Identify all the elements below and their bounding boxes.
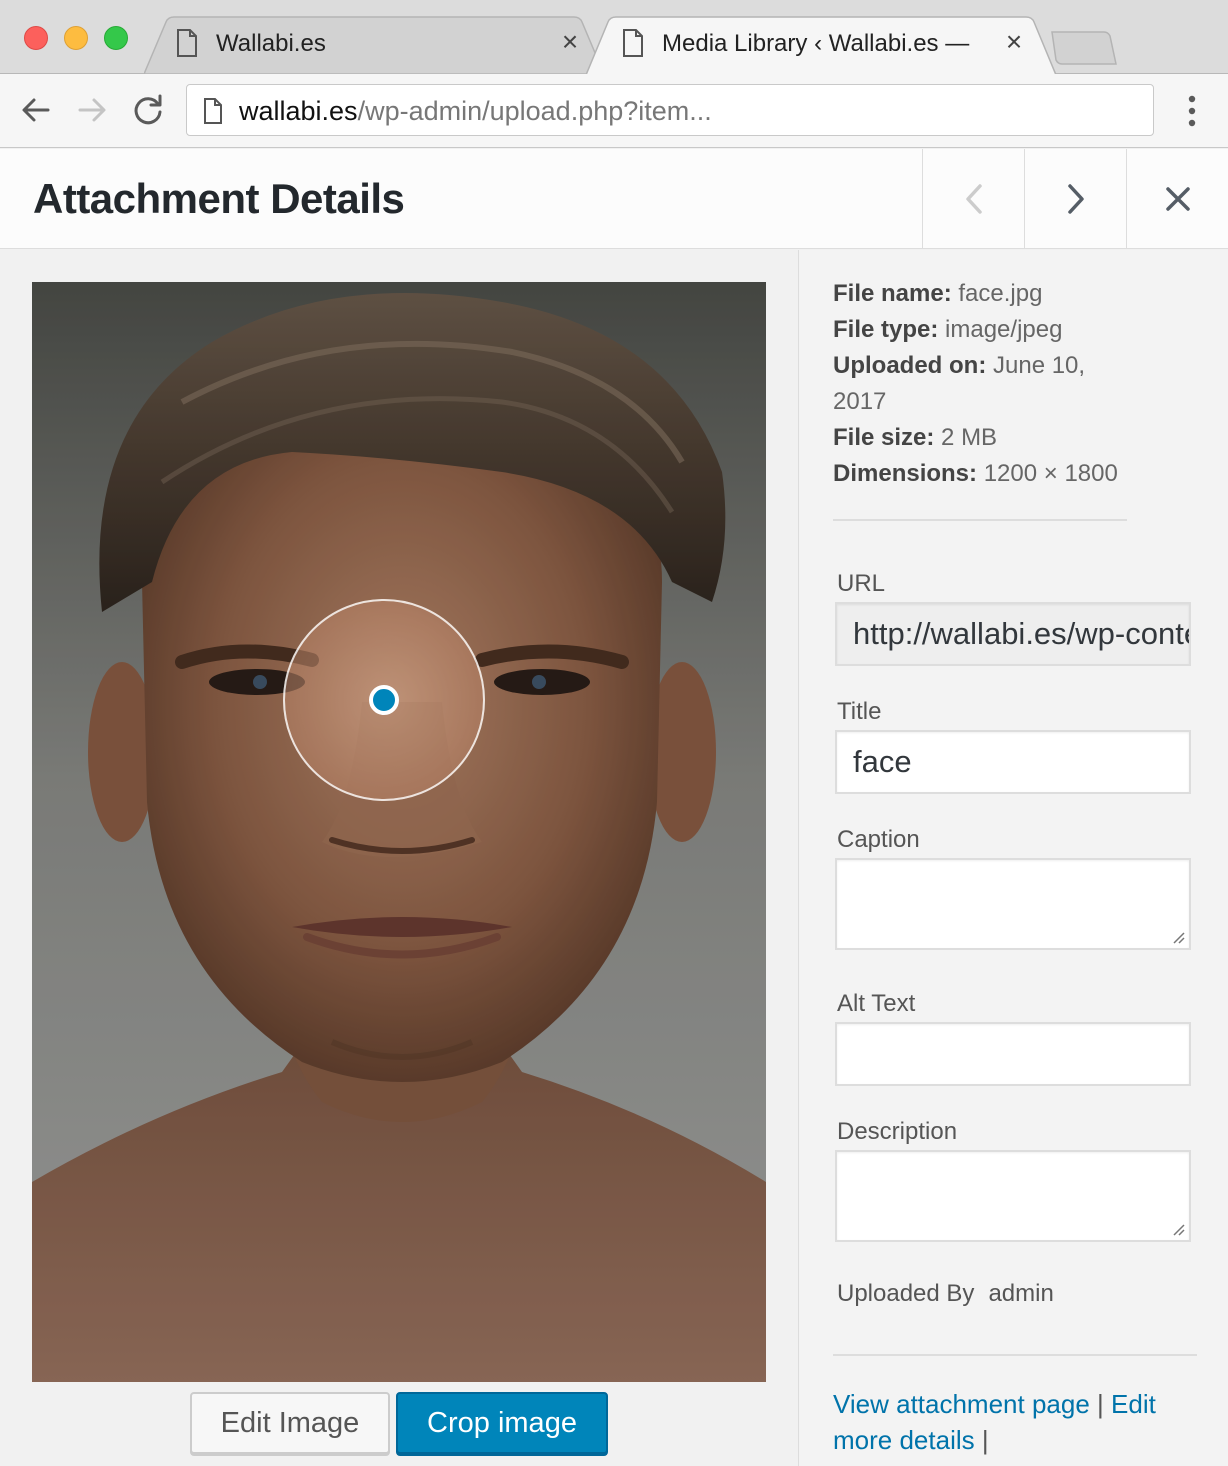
title-label: Title	[837, 698, 882, 725]
url-label: URL	[837, 570, 886, 597]
caption-textarea[interactable]	[835, 858, 1191, 950]
close-icon	[1165, 186, 1190, 211]
close-modal-button[interactable]	[1126, 149, 1228, 248]
file-name-row: File name: face.jpg	[833, 276, 1133, 312]
url-field[interactable]: http://wallabi.es/wp-content/uploads/201…	[835, 602, 1191, 666]
tab-title: Media Library ‹ Wallabi.es —	[662, 30, 970, 57]
resize-grip-icon[interactable]	[1171, 1222, 1185, 1236]
uploaded-by-label: Uploaded By	[837, 1280, 975, 1307]
file-size-value: 2 MB	[941, 424, 998, 451]
description-textarea[interactable]	[835, 1150, 1191, 1242]
tab-close-icon[interactable]: ×	[1002, 28, 1026, 56]
divider	[833, 519, 1127, 521]
dimensions-value: 1200 × 1800	[983, 460, 1118, 487]
next-attachment-button[interactable]	[1024, 149, 1126, 248]
browser-menu-icon[interactable]	[1178, 94, 1206, 128]
portrait-photo	[32, 282, 766, 1382]
file-type-label: File type:	[833, 316, 939, 343]
file-size-label: File size:	[833, 424, 935, 451]
page-icon	[177, 29, 197, 57]
attachment-sidebar: File name: face.jpg File type: image/jpe…	[798, 250, 1228, 1466]
reload-icon[interactable]	[130, 92, 166, 128]
browser-tab-wallabi[interactable]: Wallabi.es ×	[144, 16, 604, 74]
forward-arrow-icon[interactable]	[74, 92, 110, 128]
address-bar[interactable]: wallabi.es/wp-admin/upload.php?item...	[186, 84, 1154, 136]
title-field[interactable]: face	[835, 730, 1191, 794]
file-size-row: File size: 2 MB	[833, 420, 1133, 456]
window-close-button[interactable]	[24, 26, 48, 50]
back-arrow-icon[interactable]	[18, 92, 54, 128]
view-attachment-page-link[interactable]: View attachment page	[833, 1389, 1090, 1419]
page-icon	[623, 29, 643, 57]
browser-toolbar: wallabi.es/wp-admin/upload.php?item...	[0, 74, 1228, 148]
focal-point-handle	[369, 685, 399, 715]
file-name-value: face.jpg	[958, 280, 1043, 307]
image-pane: Edit Image Crop image	[0, 250, 798, 1466]
uploaded-on-label: Uploaded on:	[833, 352, 987, 379]
file-details: File name: face.jpg File type: image/jpe…	[833, 276, 1133, 492]
window-zoom-button[interactable]	[104, 26, 128, 50]
page-title: Attachment Details	[33, 175, 405, 222]
browser-tab-media-library[interactable]: Media Library ‹ Wallabi.es — ×	[586, 16, 1056, 75]
url-host: wallabi.es	[239, 96, 358, 126]
resize-grip-icon[interactable]	[1171, 930, 1185, 944]
alt-text-label: Alt Text	[837, 990, 916, 1017]
crop-image-button[interactable]: Crop image	[396, 1392, 608, 1454]
caption-label: Caption	[837, 826, 920, 853]
browser-tabstrip: Wallabi.es × Media Library ‹ Wallabi.es …	[0, 0, 1228, 75]
new-tab-button[interactable]	[1048, 30, 1118, 66]
attachment-links: View attachment page | Edit more details…	[833, 1386, 1193, 1458]
page-info-icon[interactable]	[203, 98, 223, 124]
link-separator: |	[1097, 1389, 1104, 1419]
url-path: /wp-admin/upload.php?item...	[357, 96, 712, 126]
chevron-right-icon	[1067, 183, 1084, 214]
previous-attachment-button[interactable]	[922, 149, 1024, 248]
file-type-value: image/jpeg	[945, 316, 1063, 343]
tab-close-icon[interactable]: ×	[558, 28, 582, 56]
window-minimize-button[interactable]	[64, 26, 88, 50]
uploaded-by-user: admin	[988, 1280, 1054, 1307]
attachment-image	[32, 282, 766, 1382]
tab-title: Wallabi.es	[216, 30, 326, 57]
address-url: wallabi.es/wp-admin/upload.php?item...	[239, 96, 712, 127]
divider	[833, 1354, 1197, 1356]
file-name-label: File name:	[833, 280, 952, 307]
edit-image-button[interactable]: Edit Image	[190, 1392, 390, 1454]
modal-header: Attachment Details	[0, 149, 1228, 249]
alt-text-field[interactable]	[835, 1022, 1191, 1086]
description-label: Description	[837, 1118, 958, 1145]
link-separator: |	[981, 1425, 989, 1455]
chevron-left-icon	[965, 183, 982, 214]
uploaded-on-row: Uploaded on: June 10, 2017	[833, 348, 1133, 420]
dimensions-label: Dimensions:	[833, 460, 978, 487]
uploaded-by: Uploaded By admin	[837, 1280, 1054, 1308]
dimensions-row: Dimensions: 1200 × 1800	[833, 456, 1133, 492]
file-type-row: File type: image/jpeg	[833, 312, 1133, 348]
